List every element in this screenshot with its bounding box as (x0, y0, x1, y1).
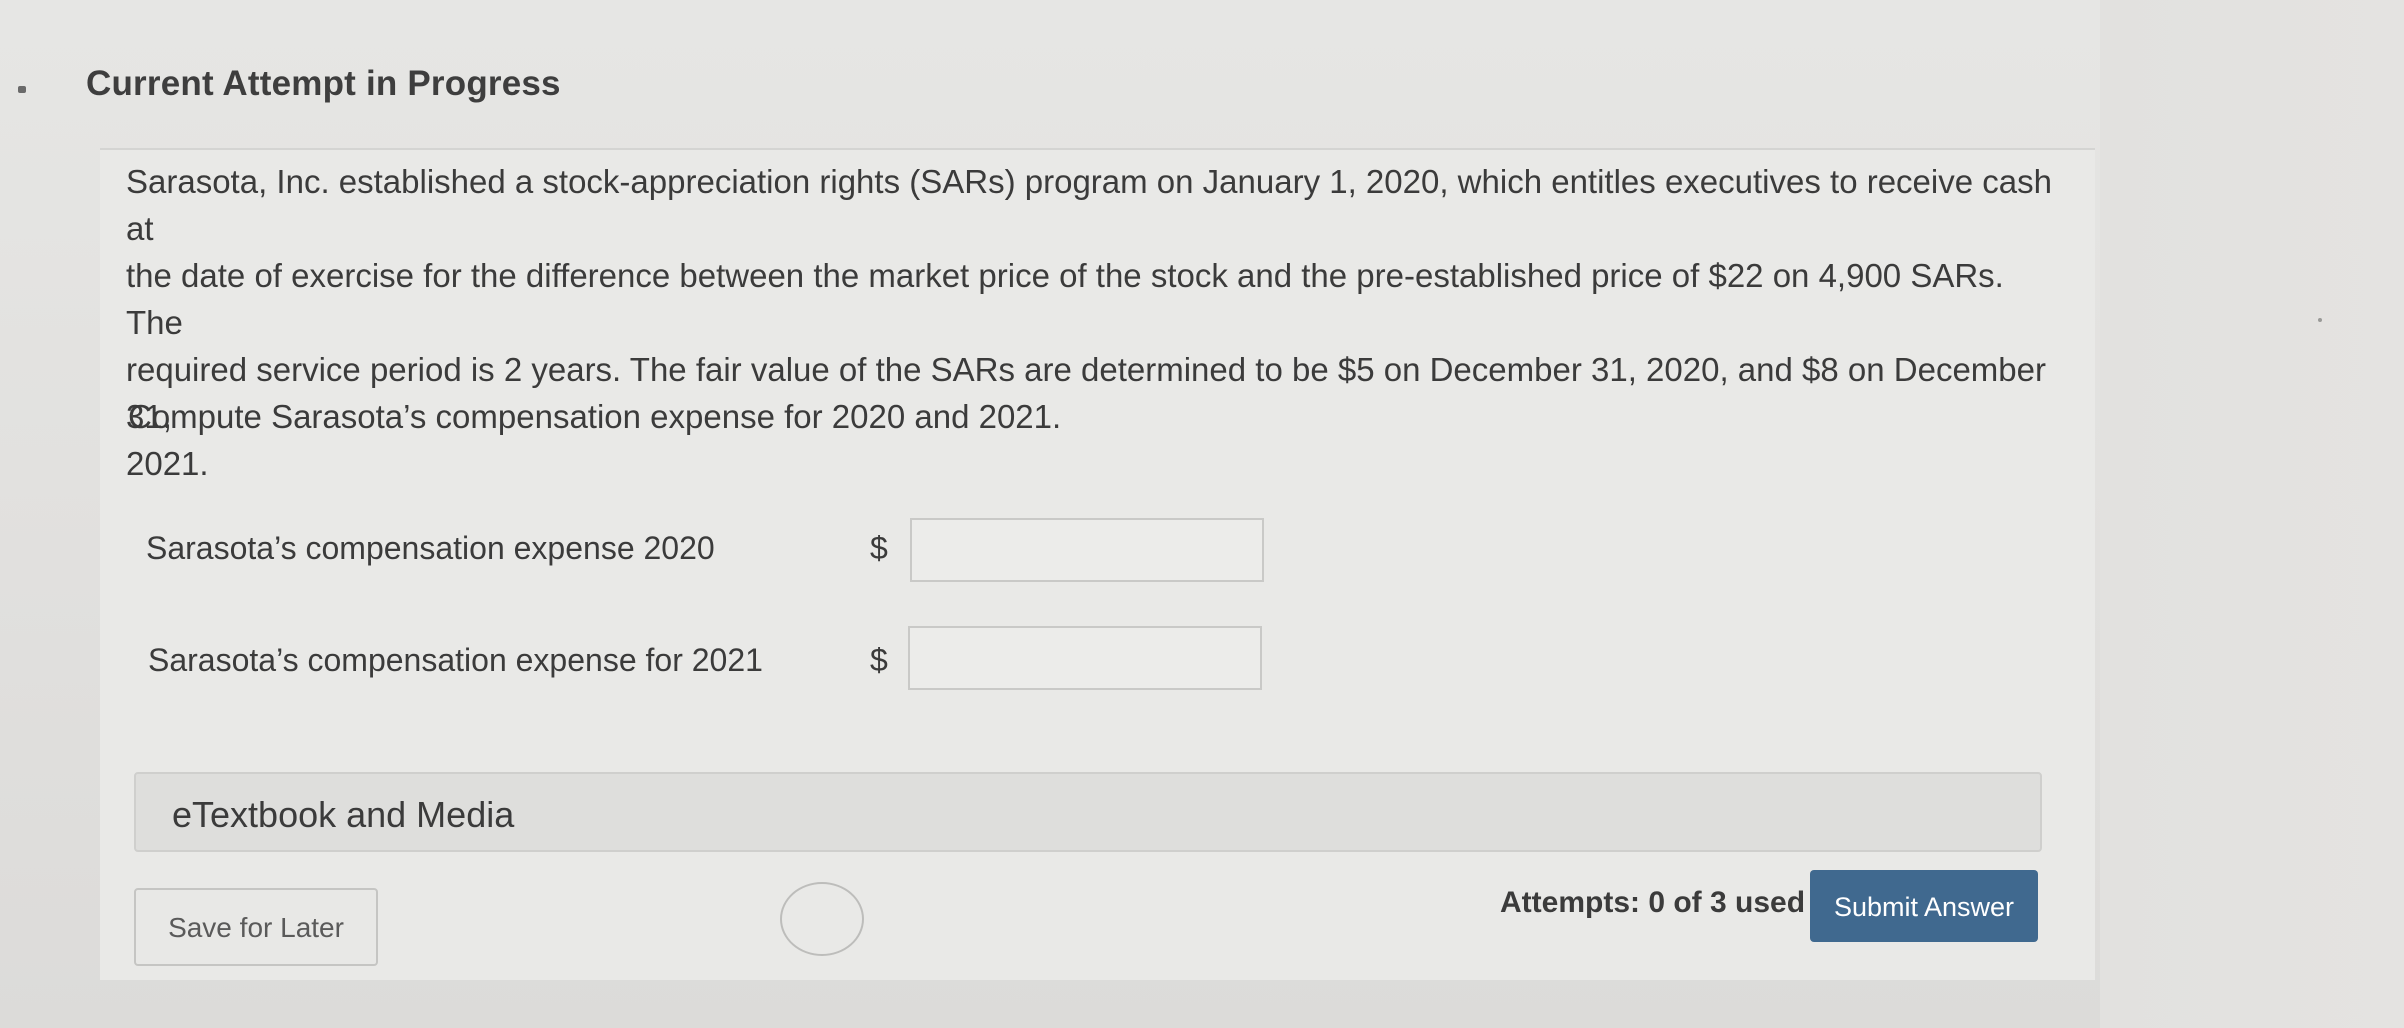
expense-2020-input[interactable] (910, 518, 1264, 582)
loading-circle-icon (780, 882, 864, 956)
page-title: Current Attempt in Progress (86, 64, 561, 103)
currency-symbol: $ (870, 530, 888, 566)
answer-label-2020: Sarasota’s compensation expense 2020 (146, 530, 715, 566)
problem-line: the date of exercise for the difference … (126, 257, 2004, 341)
etextbook-media-toggle[interactable]: eTextbook and Media (134, 772, 2042, 852)
attempts-counter: Attempts: 0 of 3 used (1500, 886, 1806, 919)
submit-answer-button[interactable]: Submit Answer (1810, 870, 2038, 942)
bullet-icon (18, 86, 26, 93)
etextbook-media-label: eTextbook and Media (172, 794, 515, 835)
problem-statement: Sarasota, Inc. established a stock-appre… (126, 158, 2066, 487)
currency-symbol: $ (870, 642, 888, 678)
problem-line: Sarasota, Inc. established a stock-appre… (126, 163, 2052, 247)
save-for-later-button[interactable]: Save for Later (134, 888, 378, 966)
question-text: Compute Sarasota’s compensation expense … (128, 398, 1062, 435)
problem-line: 2021. (126, 445, 209, 482)
expense-2021-input[interactable] (908, 626, 1262, 690)
page-right-margin (2100, 0, 2404, 1028)
screen-speck (2318, 318, 2322, 322)
answer-label-2021: Sarasota’s compensation expense for 2021 (148, 642, 763, 678)
